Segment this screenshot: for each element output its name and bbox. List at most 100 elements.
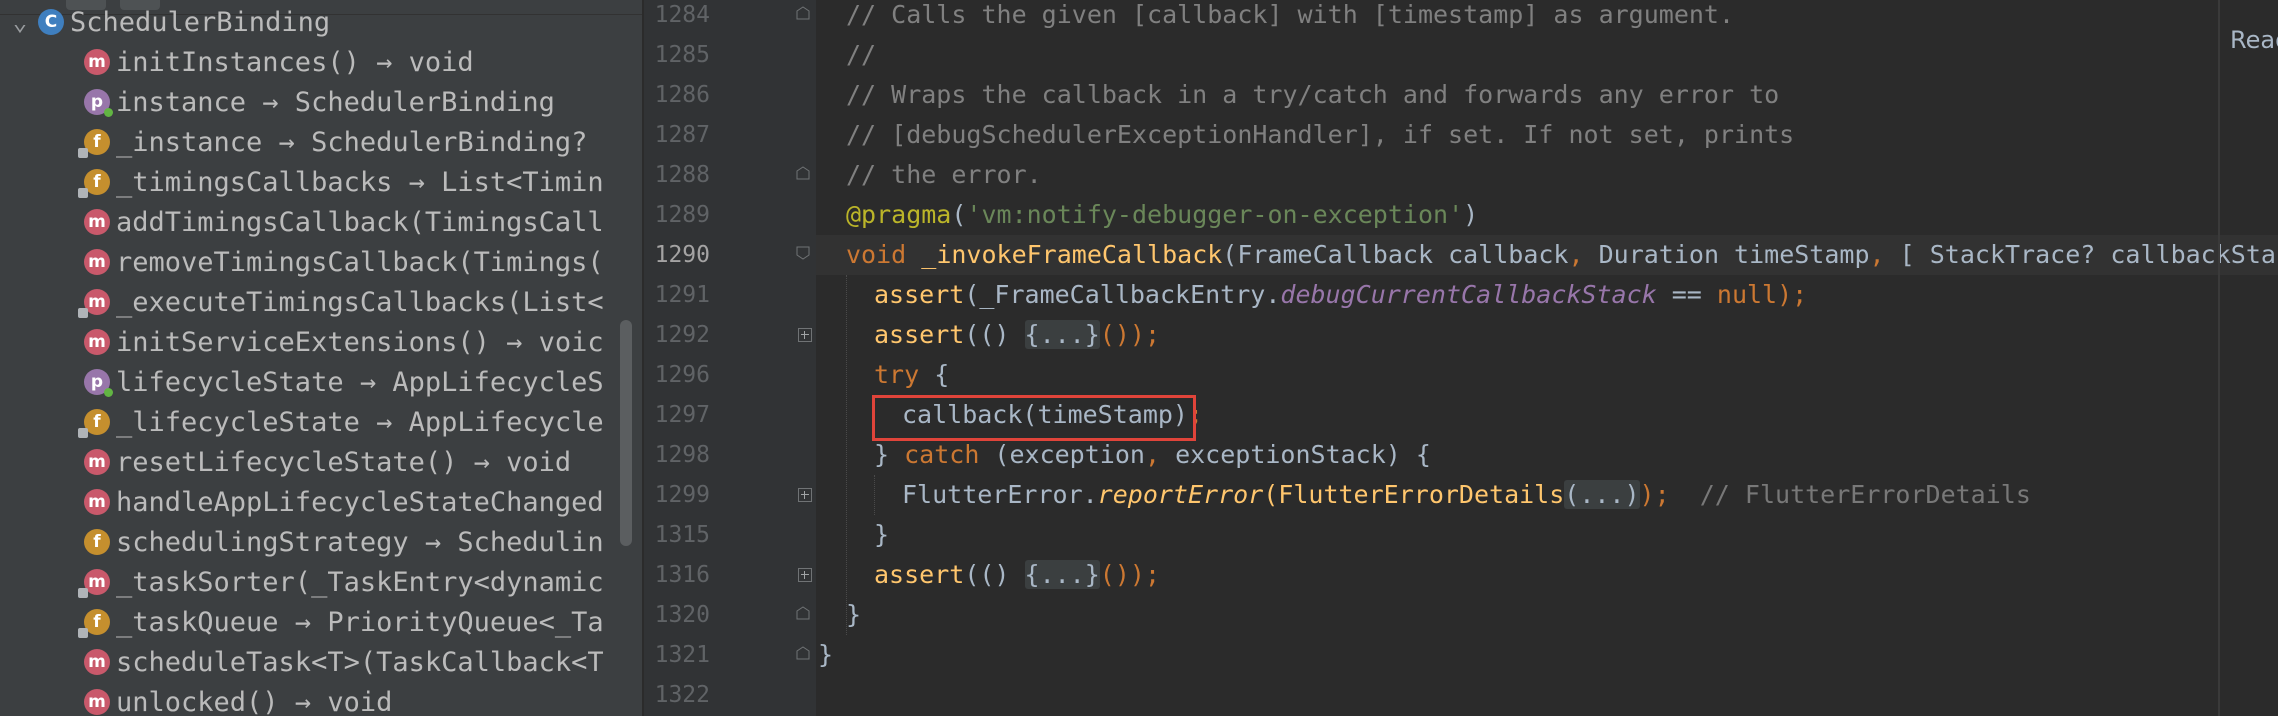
fold-end-icon[interactable] [796,166,810,180]
tree-item-label: lifecycleState → AppLifecycleS [116,366,604,398]
code-comment: // Wraps the callback in a try/catch and… [846,80,1780,109]
tree-item-label: _instance → SchedulerBinding? [116,126,588,158]
fold-start-icon[interactable] [796,246,810,260]
folded-code-placeholder[interactable]: (...) [1564,480,1640,509]
line-number: 1296 [654,362,710,388]
function-name-token[interactable]: _invokeFrameCallback [921,240,1222,269]
tree-item-field[interactable]: f _timingsCallbacks → List<Timin [0,162,622,202]
structure-panel: ⌄ C SchedulerBinding m initInstances() →… [0,0,642,716]
fold-start-icon[interactable] [796,6,810,20]
code-token: ()); [1099,320,1161,349]
field-icon: f [78,169,110,198]
code-token: (exception [979,440,1145,469]
tree-item-method[interactable]: m addTimingsCallback(TimingsCall [0,202,622,242]
tree-item-method[interactable]: m initServiceExtensions() → voic [0,322,622,362]
tree-item-field[interactable]: f _instance → SchedulerBinding? [0,122,622,162]
tree-item-label: instance → SchedulerBinding [116,86,555,118]
line-number: 1316 [654,562,710,588]
code-line: } catch (exception, exceptionStack) { [874,435,1431,475]
tree-item-label: handleAppLifecycleStateChanged [116,486,604,518]
fold-end-icon[interactable] [796,606,810,620]
code-token: (() [964,320,1025,349]
method-icon: m [84,209,110,235]
annotation-token: @pragma [846,200,952,229]
method-token: reportError [1097,480,1264,509]
comma-token: , [1568,240,1599,269]
code-token: (FlutterErrorDetails [1263,480,1565,509]
code-line-signature: void _invokeFrameCallback(FrameCallback … [846,235,2278,275]
tree-item-label: unlocked() → void [116,686,393,716]
tree-item-method[interactable]: m handleAppLifecycleStateChanged [0,482,622,522]
indent-guide [874,475,875,515]
tree-item-class[interactable]: ⌄ C SchedulerBinding [0,2,622,42]
line-number: 1289 [654,202,710,228]
assert-token: assert [874,320,965,349]
code-editor[interactable]: // Calls the given [callback] with [time… [816,0,2278,716]
structure-scrollbar[interactable] [620,320,632,546]
tree-item-method[interactable]: m _taskSorter(_TaskEntry<dynamic [0,562,622,602]
tree-item-method[interactable]: m resetLifecycleState() → void [0,442,622,482]
expand-fold-icon[interactable] [798,488,812,502]
code-line: } [818,640,834,669]
comma-token: , [1144,440,1176,469]
property-icon: p [84,89,113,117]
tree-item-field[interactable]: f _taskQueue → PriorityQueue<_Ta [0,602,622,642]
string-token: 'vm:notify-debugger-on-exception' [966,200,1464,229]
indent-guide [846,275,847,635]
code-line: } [846,600,862,629]
tree-item-property[interactable]: p instance → SchedulerBinding [0,82,622,122]
tree-item-label: schedulingStrategy → Schedulin [116,526,604,558]
line-number: 1299 [654,482,710,508]
code-token: ); [1777,280,1808,309]
folded-code-placeholder[interactable]: {...} [1024,320,1100,349]
tree-item-method[interactable]: m scheduleTask<T>(TaskCallback<T [0,642,622,682]
method-icon: m [84,49,110,75]
highlight-annotation-box [872,395,1196,441]
tree-item-label: initServiceExtensions() → voic [116,326,604,358]
tree-item-method[interactable]: m unlocked() → void [0,682,622,716]
code-line: assert(() {...}()); [874,315,1160,355]
tree-item-method[interactable]: m removeTimingsCallback(Timings( [0,242,622,282]
code-token: Duration timeStamp [1598,240,1870,269]
tree-item-method[interactable]: m initInstances() → void [0,42,622,82]
line-number: 1315 [654,522,710,548]
tree-item-property[interactable]: p lifecycleState → AppLifecycleS [0,362,622,402]
field-token: debugCurrentCallbackStack [1280,280,1657,309]
line-number: 1298 [654,442,710,468]
method-icon: m [78,569,110,598]
keyword-token: void [846,240,922,269]
class-icon: C [38,9,64,35]
expand-fold-icon[interactable] [798,568,812,582]
code-token: == [1656,280,1717,309]
tree-item-label: _executeTimingsCallbacks(List< [116,286,604,318]
line-number: 1291 [654,282,710,308]
code-line-annotation: @pragma('vm:notify-debugger-on-exception… [846,195,1478,235]
comma-token: , [1869,240,1900,269]
code-token: exceptionStack) { [1175,440,1431,469]
tree-item-label: addTimingsCallback(TimingsCall [116,206,604,238]
expand-fold-icon[interactable] [798,328,812,342]
code-line: assert(() {...}()); [874,555,1160,595]
fold-end-icon[interactable] [796,646,810,660]
code-comment: // Calls the given [callback] with [time… [846,0,1735,29]
line-number-current: 1290 [654,242,710,268]
code-comment: // the error. [846,160,1042,189]
line-number: 1322 [654,682,710,708]
code-token: (FrameCallback callback [1222,240,1569,269]
keyword-token: catch [904,440,980,469]
tree-item-label: scheduleTask<T>(TaskCallback<T [116,646,604,678]
line-number: 1287 [654,122,710,148]
code-line: assert(_FrameCallbackEntry.debugCurrentC… [874,275,1807,315]
tree-item-field[interactable]: f _lifecycleState → AppLifecycle [0,402,622,442]
reader-mode-button[interactable]: Read [2230,20,2278,60]
tree-item-label: resetLifecycleState() → void [116,446,572,478]
chevron-down-icon[interactable]: ⌄ [2,8,38,36]
field-icon: f [78,609,110,638]
assert-token: assert [874,280,965,309]
code-comment: // [846,40,877,69]
tree-item-method[interactable]: m _executeTimingsCallbacks(List< [0,282,622,322]
tree-item-field[interactable]: f schedulingStrategy → Schedulin [0,522,622,562]
tree-item-label: _taskQueue → PriorityQueue<_Ta [116,606,604,638]
code-token: ()); [1099,560,1161,589]
folded-code-placeholder[interactable]: {...} [1024,560,1100,589]
